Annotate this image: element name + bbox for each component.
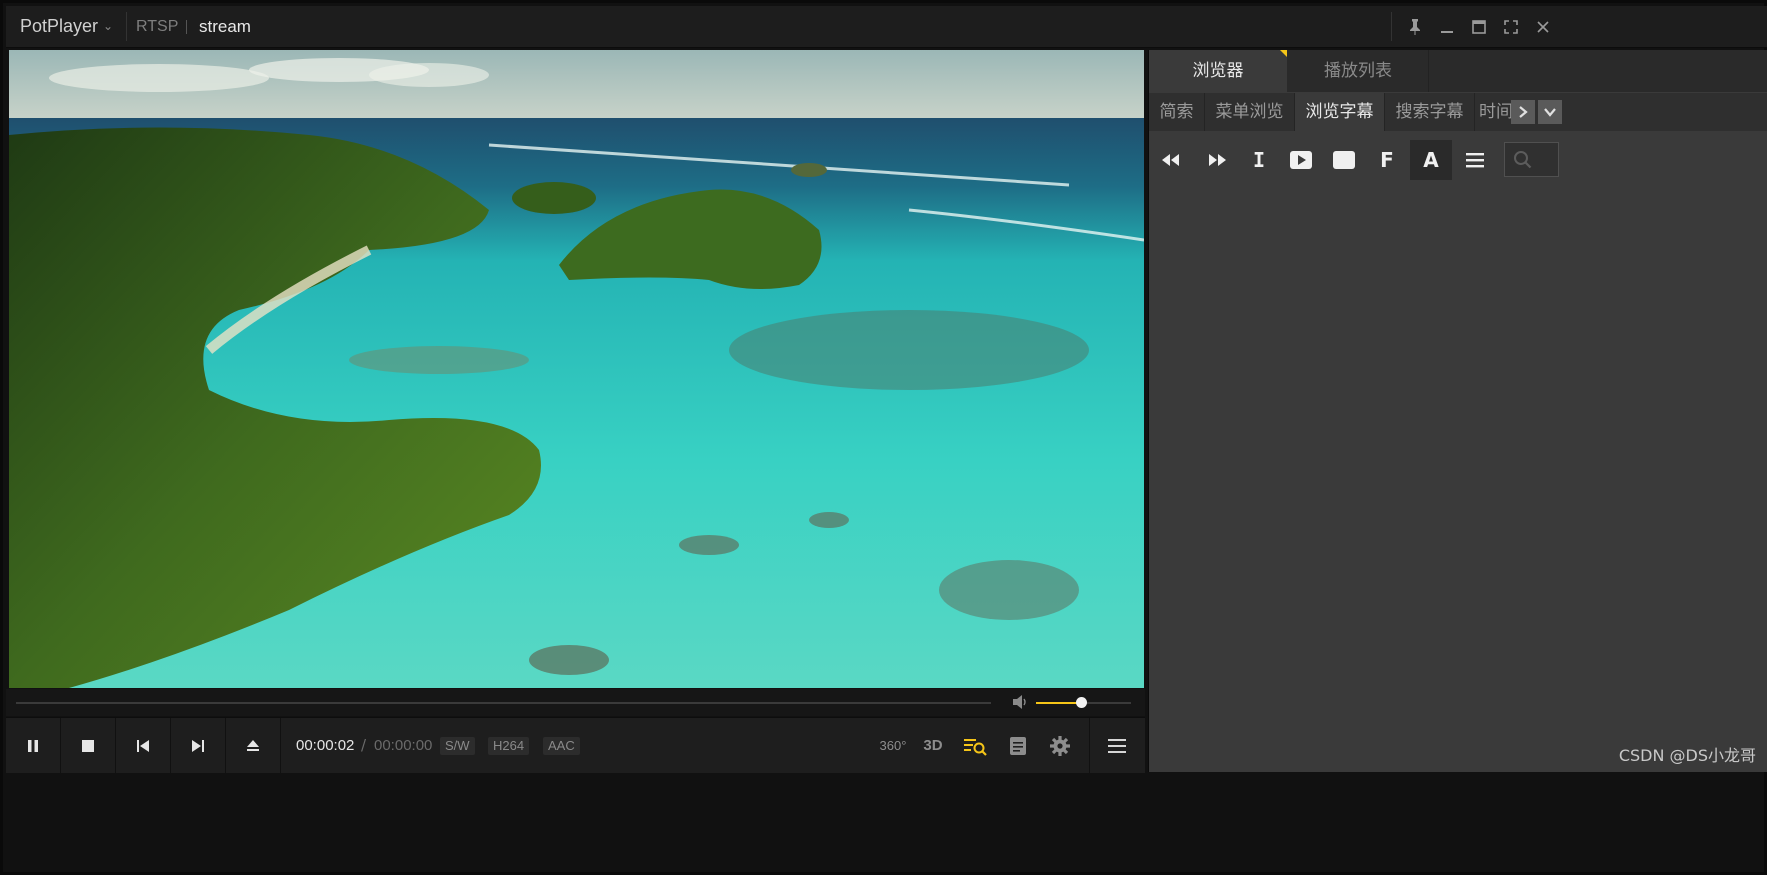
potplayer-window: PotPlayer ⌄ RTSP stream 00:00:02 / 00:00… xyxy=(0,0,1767,875)
divider xyxy=(1089,718,1090,773)
play-box-icon xyxy=(1290,151,1312,169)
auto-icon: A xyxy=(1423,148,1439,172)
pause-button[interactable] xyxy=(6,718,61,773)
video-frame[interactable] xyxy=(9,50,1144,688)
close-icon[interactable] xyxy=(1527,6,1559,47)
app-logo[interactable]: PotPlayer xyxy=(20,6,98,47)
total-time: 00:00:00 xyxy=(374,737,433,754)
settings-button[interactable] xyxy=(1043,718,1077,773)
next-icon xyxy=(192,739,204,752)
chevron-right-icon xyxy=(1519,106,1528,118)
playlist-doc-icon xyxy=(1010,736,1026,755)
stop-icon xyxy=(82,739,94,752)
stream-title: stream xyxy=(199,17,251,36)
search-subtitle-button[interactable] xyxy=(959,718,993,773)
settings-gear-icon xyxy=(1050,735,1070,756)
audio-codec-badge[interactable]: AAC xyxy=(543,737,580,755)
stream-protocol: RTSP xyxy=(136,18,179,35)
previous-icon xyxy=(137,739,149,752)
rewind-button[interactable] xyxy=(1151,140,1191,180)
subtab-menu-browse[interactable]: 菜单浏览 xyxy=(1205,93,1295,131)
search-subtitle-icon xyxy=(964,738,987,756)
3d-button[interactable]: 3D xyxy=(918,718,948,773)
main-menu-button[interactable] xyxy=(1099,718,1135,773)
fast-forward-icon xyxy=(1209,154,1226,166)
subtab-search[interactable]: 简索 xyxy=(1149,93,1205,131)
seek-volume-bar xyxy=(6,689,1145,716)
scroll-tabs-right-button[interactable] xyxy=(1511,100,1535,124)
playlist-button[interactable] xyxy=(1003,718,1033,773)
next-button[interactable] xyxy=(171,718,226,773)
divider xyxy=(186,20,187,34)
font-button[interactable]: F xyxy=(1367,140,1407,180)
video-codec-badge[interactable]: H264 xyxy=(488,737,530,755)
play-box-button[interactable] xyxy=(1281,140,1321,180)
square-icon xyxy=(1333,151,1355,169)
list-icon xyxy=(1466,153,1484,168)
vr360-icon: 360° xyxy=(879,738,907,753)
divider xyxy=(1391,12,1392,41)
subtab-search-subtitles[interactable]: 搜索字幕 xyxy=(1385,93,1475,131)
divider xyxy=(126,12,127,41)
title-bar[interactable]: PotPlayer ⌄ RTSP stream xyxy=(6,6,1767,48)
tab-browser[interactable]: 浏览器 xyxy=(1149,50,1287,92)
stop-button[interactable] xyxy=(61,718,116,773)
watermark: CSDN @DS小龙哥 xyxy=(1618,746,1756,765)
time-separator: / xyxy=(361,736,367,754)
video-scene-image xyxy=(9,50,1144,688)
tabs-dropdown-button[interactable] xyxy=(1538,100,1562,124)
subtab-browse-subtitles[interactable]: 浏览字幕 xyxy=(1295,93,1385,131)
current-time: 00:00:02 xyxy=(296,737,355,754)
maximize-icon[interactable] xyxy=(1463,6,1495,47)
panel-tabs: 浏览器 播放列表 xyxy=(1149,50,1767,92)
list-button[interactable] xyxy=(1455,140,1495,180)
volume-slider-fill xyxy=(1036,702,1081,704)
panel-subtabs: 简索 菜单浏览 浏览字幕 搜索字幕 时间 xyxy=(1149,93,1767,131)
subtab-time[interactable]: 时间 xyxy=(1475,93,1515,131)
chevron-down-icon[interactable]: ⌄ xyxy=(103,6,113,47)
menu-icon xyxy=(1108,738,1126,753)
search-icon xyxy=(1514,150,1532,168)
text-cursor-button[interactable]: I xyxy=(1239,140,1279,180)
panel-search-field[interactable] xyxy=(1504,142,1559,177)
pin-icon[interactable] xyxy=(1399,6,1431,47)
tab-playlist[interactable]: 播放列表 xyxy=(1288,50,1429,92)
volume-slider[interactable] xyxy=(1036,697,1131,708)
seek-bar[interactable] xyxy=(16,702,991,704)
rewind-icon xyxy=(1162,154,1179,166)
fullscreen-icon[interactable] xyxy=(1495,6,1527,47)
decoder-badge[interactable]: S/W xyxy=(440,737,475,755)
fast-forward-button[interactable] xyxy=(1197,140,1237,180)
volume-slider-knob[interactable] xyxy=(1075,697,1087,708)
volume-icon[interactable] xyxy=(1011,694,1029,714)
eject-button[interactable] xyxy=(226,718,281,773)
blank-box-button[interactable] xyxy=(1324,140,1364,180)
3d-icon: 3D xyxy=(923,737,943,754)
auto-button[interactable]: A xyxy=(1410,140,1452,180)
eject-icon xyxy=(247,739,259,751)
subtitle-toolbar: I F A xyxy=(1149,134,1767,184)
side-panel: 浏览器 播放列表 简索 菜单浏览 浏览字幕 搜索字幕 时间 I F A CSDN… xyxy=(1148,50,1767,772)
control-bar: 00:00:02 / 00:00:00 S/W H264 AAC 360° 3D xyxy=(6,717,1145,773)
font-icon: F xyxy=(1380,148,1394,172)
text-cursor-icon: I xyxy=(1252,148,1266,172)
pause-icon xyxy=(28,739,38,752)
vr360-button[interactable]: 360° xyxy=(876,718,910,773)
previous-button[interactable] xyxy=(116,718,171,773)
minimize-icon[interactable] xyxy=(1431,6,1463,47)
active-tab-marker xyxy=(1280,50,1287,57)
chevron-down-icon xyxy=(1544,108,1556,117)
